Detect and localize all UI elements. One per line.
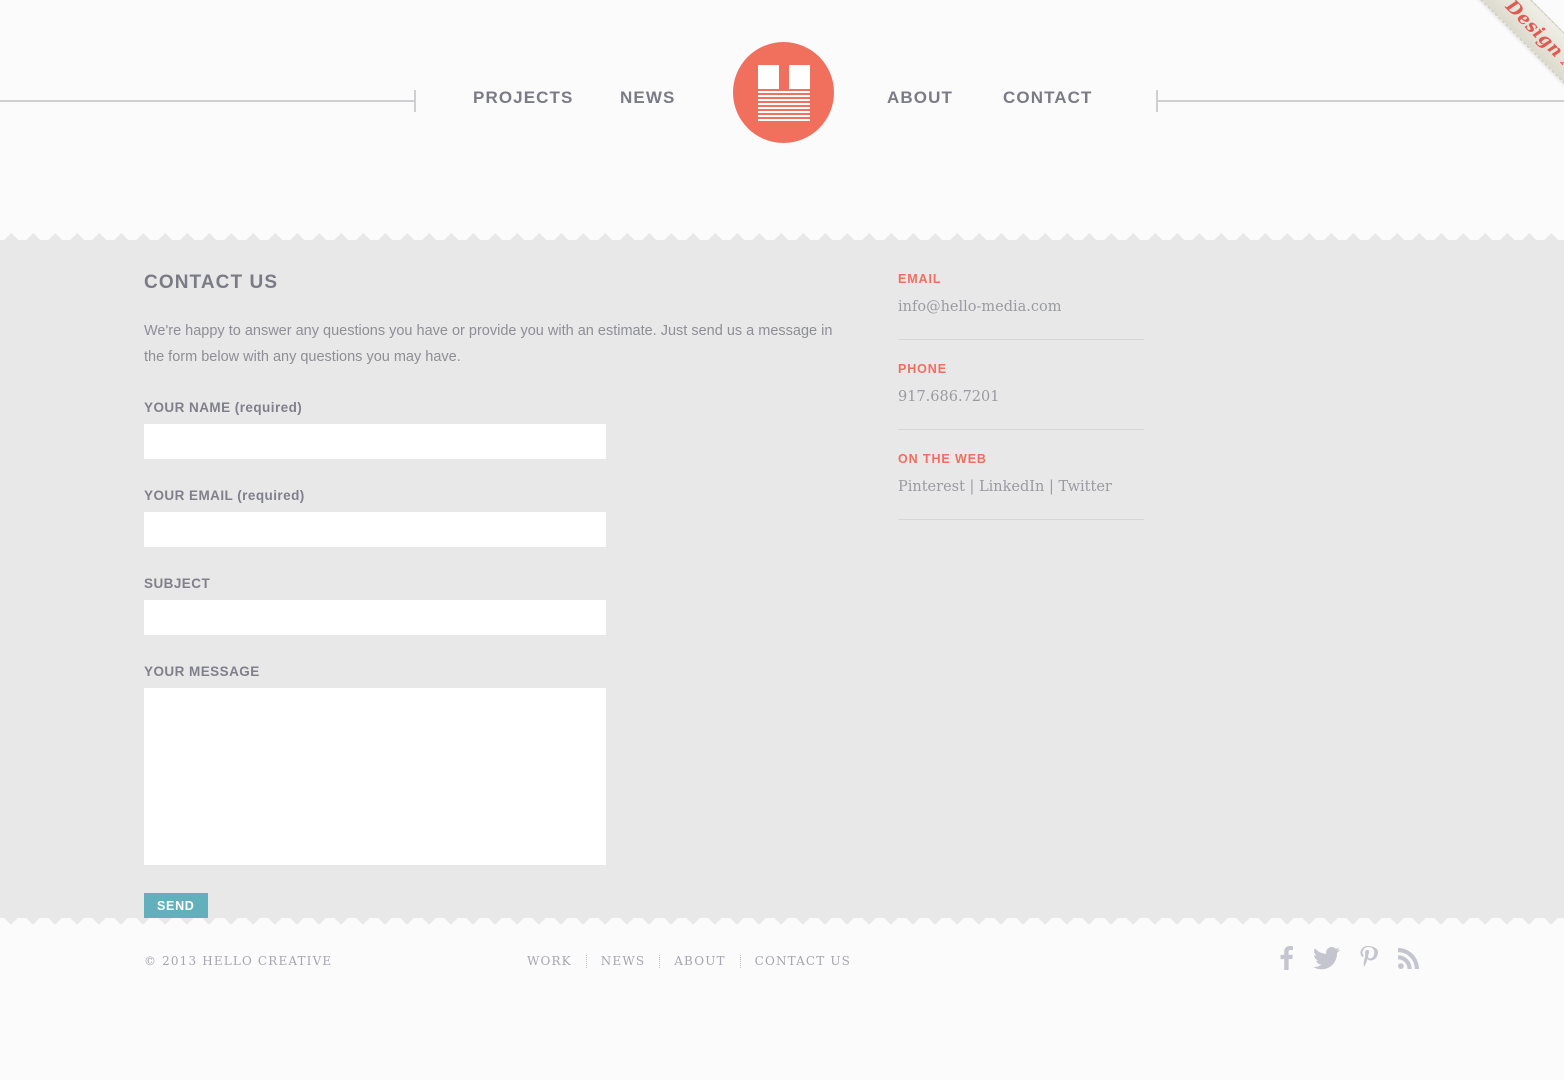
nav-item-contact[interactable]: CONTACT: [1003, 87, 1093, 108]
contact-info-sidebar: EMAIL info@hello-media.com PHONE 917.686…: [898, 272, 1148, 542]
label-subject: SUBJECT: [144, 576, 211, 591]
logo-square-right: [788, 64, 810, 89]
label-your-email: YOUR EMAIL (required): [144, 488, 305, 503]
copyright-text: © 2013 HELLO CREATIVE: [144, 954, 333, 968]
sidebar-label-email: EMAIL: [898, 272, 942, 286]
sidebar-label-on-the-web: ON THE WEB: [898, 452, 987, 466]
sidebar-divider-2: [898, 429, 1144, 430]
input-your-name[interactable]: [144, 424, 606, 459]
label-your-message: YOUR MESSAGE: [144, 664, 260, 679]
label-your-name: YOUR NAME (required): [144, 400, 303, 415]
sidebar-block-phone: PHONE 917.686.7201: [898, 362, 1148, 407]
intro-paragraph: We're happy to answer any questions you …: [144, 323, 833, 365]
email-link[interactable]: info@hello-media.com: [898, 299, 1062, 315]
footer-link-about[interactable]: ABOUT: [674, 954, 725, 968]
page-title: CONTACT US: [144, 272, 279, 293]
footer-separator-1: [585, 954, 587, 968]
link-linkedin[interactable]: LinkedIn: [979, 479, 1044, 495]
sidebar-divider-3: [898, 519, 1144, 520]
footer-link-work[interactable]: WORK: [527, 954, 572, 968]
footer-separator-2: [659, 954, 661, 968]
link-pinterest[interactable]: Pinterest: [898, 479, 965, 495]
sidebar-block-on-the-web: ON THE WEB Pinterest | LinkedIn | Twitte…: [898, 452, 1148, 497]
footer-navigation: WORK NEWS ABOUT CONTACT US: [527, 954, 851, 968]
input-your-email[interactable]: [144, 512, 606, 547]
pinterest-icon[interactable]: [1360, 946, 1378, 970]
torn-edge-bottom: [0, 918, 1564, 932]
sidebar-label-phone: PHONE: [898, 362, 947, 376]
sidebar-divider-1: [898, 339, 1144, 340]
sidebar-block-email: EMAIL info@hello-media.com: [898, 272, 1148, 317]
input-your-message[interactable]: [144, 688, 606, 865]
input-subject[interactable]: [144, 600, 606, 635]
rss-icon[interactable]: [1398, 947, 1419, 969]
logo-square-left: [757, 64, 779, 89]
sidebar-value-email: info@hello-media.com: [898, 297, 1148, 317]
facebook-icon[interactable]: [1280, 946, 1293, 970]
nav-item-about[interactable]: ABOUT: [887, 87, 953, 108]
book-logo-icon: [757, 64, 810, 121]
link-separator-2: |: [1048, 479, 1054, 495]
sidebar-value-phone: 917.686.7201: [898, 389, 1000, 405]
site-logo[interactable]: [733, 42, 834, 143]
page-root: PROJECTS NEWS ABOUT CONTACT Design Award…: [0, 0, 1564, 1080]
site-header: PROJECTS NEWS ABOUT CONTACT Design Award: [0, 0, 1564, 228]
send-button[interactable]: SEND: [144, 893, 208, 919]
footer-separator-3: [739, 954, 741, 968]
torn-edge-top: [0, 226, 1564, 240]
sidebar-value-on-the-web: Pinterest | LinkedIn | Twitter: [898, 477, 1148, 497]
footer-link-news[interactable]: NEWS: [601, 954, 645, 968]
nav-item-projects[interactable]: PROJECTS: [473, 87, 573, 108]
main-content: CONTACT US We're happy to answer any que…: [0, 228, 1564, 932]
footer-link-contact-us[interactable]: CONTACT US: [755, 954, 851, 968]
social-links: [1280, 946, 1419, 970]
contact-form: YOUR NAME (required) YOUR EMAIL (require…: [144, 400, 844, 919]
site-footer: © 2013 HELLO CREATIVE WORK NEWS ABOUT CO…: [0, 932, 1564, 1080]
twitter-icon[interactable]: [1313, 946, 1340, 970]
logo-stripes: [757, 90, 810, 121]
contact-form-column: CONTACT US We're happy to answer any que…: [144, 272, 844, 919]
footer-container: © 2013 HELLO CREATIVE WORK NEWS ABOUT CO…: [142, 932, 1422, 1080]
link-separator-1: |: [969, 479, 975, 495]
nav-item-news[interactable]: NEWS: [620, 87, 675, 108]
link-twitter[interactable]: Twitter: [1058, 479, 1111, 495]
